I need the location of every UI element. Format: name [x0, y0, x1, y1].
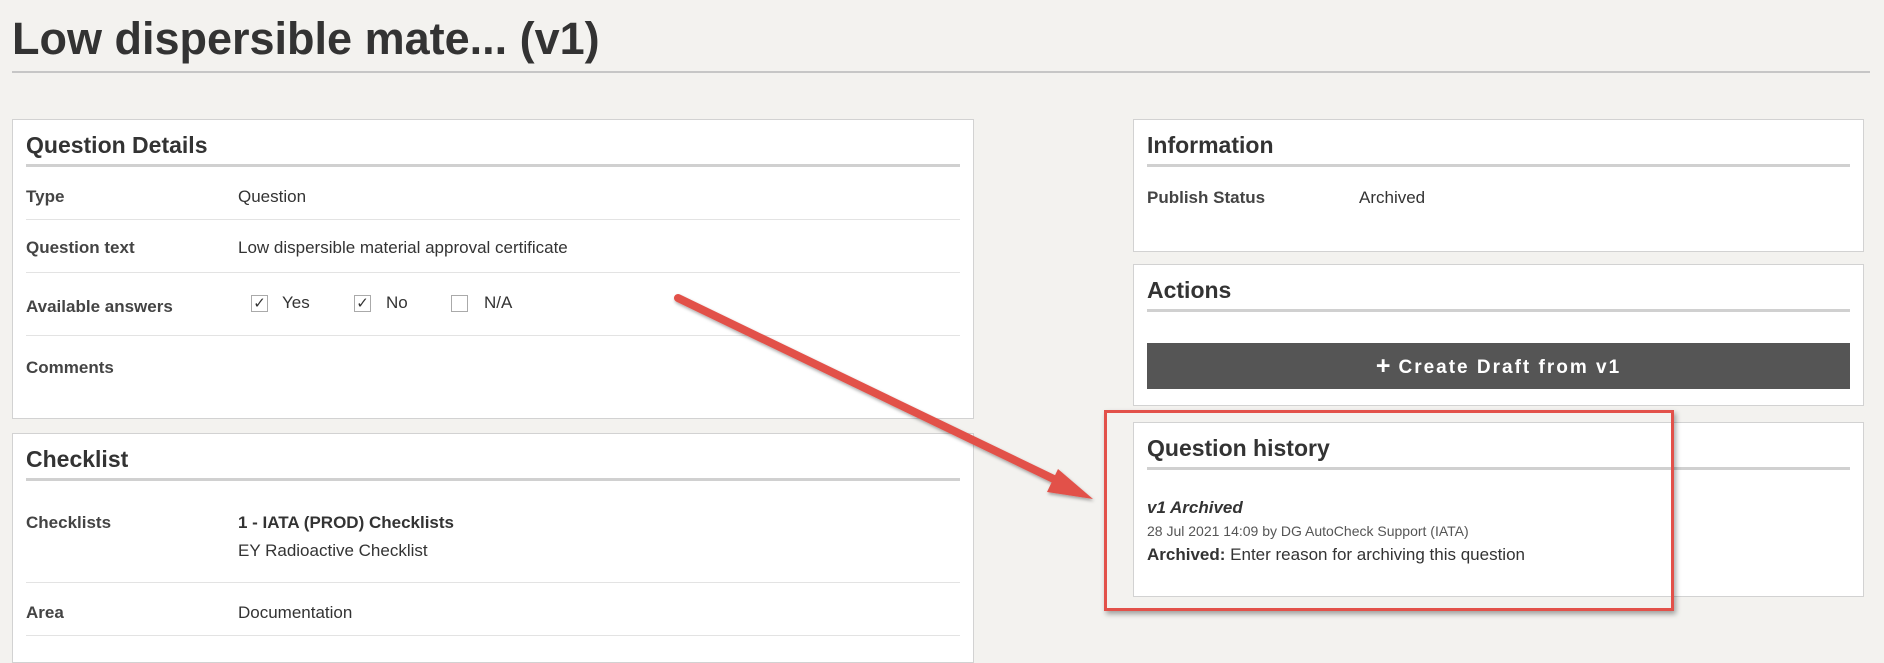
area-label: Area [26, 603, 64, 622]
type-value: Question [238, 187, 307, 206]
question-text-label: Question text [26, 238, 135, 257]
actions-title: Actions [1147, 277, 1232, 303]
checklist-title: Checklist [26, 446, 129, 472]
check-icon: ✓ [356, 295, 369, 312]
checklists-label: Checklists [26, 513, 112, 532]
comments-label: Comments [26, 358, 114, 377]
question-details-panel: Question Details Type Question Question … [12, 119, 974, 419]
create-draft-label: Create Draft from v1 [1398, 357, 1622, 378]
actions-header: Actions [1147, 265, 1850, 312]
answer-na-checkbox[interactable] [451, 295, 468, 312]
detail-row-type: Type Question [26, 167, 960, 220]
answer-no-label: No [386, 293, 408, 312]
page-title: Low dispersible mate... (v1) [12, 10, 1870, 73]
question-text-value: Low dispersible material approval certif… [238, 238, 568, 257]
information-title: Information [1147, 132, 1274, 158]
checklist-header: Checklist [26, 434, 960, 481]
actions-panel: Actions + Create Draft from v1 [1133, 264, 1864, 406]
detail-row-comments: Comments [26, 336, 960, 396]
detail-row-question-text: Question text Low dispersible material a… [26, 220, 960, 273]
highlight-box [1104, 410, 1674, 611]
answer-na-label: N/A [484, 293, 513, 312]
checklist-row-area: Area Documentation [26, 583, 960, 636]
answer-yes-checkbox[interactable]: ✓ [251, 295, 268, 312]
answer-yes-label: Yes [282, 293, 310, 312]
info-row-publish-status: Publish Status Archived [1147, 167, 1850, 227]
information-panel: Information Publish Status Archived [1133, 119, 1864, 252]
question-details-title: Question Details [26, 132, 208, 158]
question-details-header: Question Details [26, 120, 960, 167]
answer-no-checkbox[interactable]: ✓ [354, 295, 371, 312]
publish-status-label: Publish Status [1147, 188, 1266, 207]
checklist-panel: Checklist Checklists 1 - IATA (PROD) Che… [12, 433, 974, 663]
create-draft-button[interactable]: + Create Draft from v1 [1147, 343, 1850, 389]
plus-icon: + [1375, 352, 1393, 380]
information-header: Information [1147, 120, 1850, 167]
publish-status-value: Archived [1359, 188, 1426, 207]
checklists-secondary[interactable]: EY Radioactive Checklist [238, 541, 428, 561]
type-label: Type [26, 187, 65, 206]
checklists-primary: 1 - IATA (PROD) Checklists [238, 513, 454, 532]
check-icon: ✓ [253, 295, 266, 312]
detail-row-available-answers: Available answers ✓ Yes ✓ No N/A [26, 273, 960, 336]
area-value: Documentation [238, 603, 353, 622]
checklist-row-checklists: Checklists 1 - IATA (PROD) Checklists EY… [26, 481, 960, 583]
available-answers-label: Available answers [26, 297, 173, 316]
